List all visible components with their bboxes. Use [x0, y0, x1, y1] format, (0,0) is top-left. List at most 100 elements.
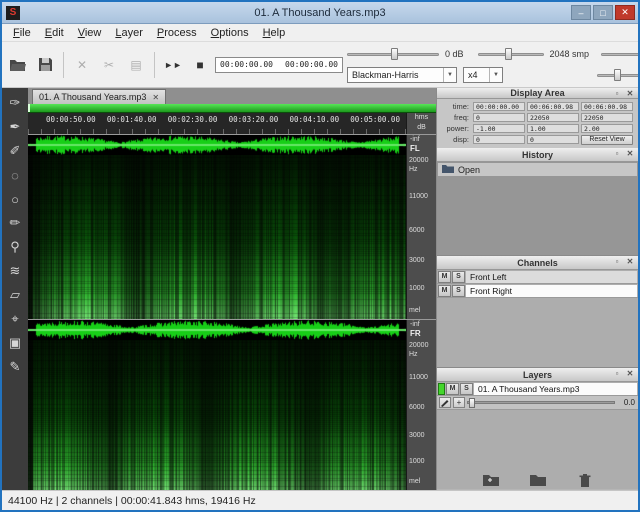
channel-row-front-left[interactable]: M S Front Left	[437, 270, 638, 284]
document-tab[interactable]: 01. A Thousand Years.mp3 ✕	[32, 89, 167, 105]
disp-x-field[interactable]: 0	[473, 135, 525, 144]
menu-layer[interactable]: Layer	[108, 25, 150, 41]
import-layer-button[interactable]	[527, 472, 549, 488]
ruler-tick: 00:04:10.00	[289, 114, 340, 124]
waveform-front-left[interactable]	[28, 135, 406, 155]
brush-tool[interactable]: ✐	[4, 140, 26, 162]
undock-icon[interactable]: ▫	[612, 369, 622, 378]
time-min-field[interactable]: 00:00:00.00	[473, 102, 525, 111]
disp-y-field[interactable]: 0	[527, 135, 579, 144]
row-label-power: power:	[446, 124, 469, 133]
lasso-tool[interactable]: ◌	[4, 164, 26, 186]
spectrogram-front-left[interactable]	[28, 155, 406, 319]
freq-min-field[interactable]: 0	[473, 113, 525, 122]
ellipse-select-tool[interactable]: ○	[4, 188, 26, 210]
gain-slider[interactable]	[347, 47, 439, 61]
window-title: 01. A Thousand Years.mp3	[254, 6, 386, 19]
title-bar[interactable]: S 01. A Thousand Years.mp3 – □ ✕	[2, 2, 638, 24]
layers-panel: Layers ▫ ✕ M S 01. A Thousand Years.mp3	[437, 368, 638, 489]
solo-button[interactable]: S	[452, 284, 465, 297]
pencil-tool[interactable]: ✏	[4, 212, 26, 234]
power-max-field[interactable]: 1.00	[527, 124, 579, 133]
channel-name: Front Right	[466, 284, 637, 297]
menu-view[interactable]: View	[71, 25, 109, 41]
window-function-combo[interactable]: Blackman-Harris ▼	[347, 67, 457, 83]
channel-name: Front Left	[466, 270, 637, 283]
stamp-tool[interactable]: ▣	[4, 332, 26, 354]
toolbar-separator	[154, 51, 155, 78]
playhead-marker[interactable]	[28, 104, 30, 112]
freq-span-field[interactable]: 22050	[581, 113, 633, 122]
add-keyframe-button[interactable]: +	[453, 397, 465, 408]
panel-close-icon[interactable]: ✕	[625, 369, 635, 378]
delete-layer-button[interactable]	[574, 472, 596, 488]
channel-row-front-right[interactable]: M S Front Right	[437, 284, 638, 298]
eraser-tool[interactable]: ▱	[4, 284, 26, 306]
magnifier-tool[interactable]: ⚲	[4, 236, 26, 258]
mel-scale-label: mel	[409, 307, 421, 314]
layer-gain-thumb[interactable]	[469, 397, 475, 408]
mute-button[interactable]: M	[446, 382, 459, 395]
layer-automation-button[interactable]	[439, 397, 451, 408]
time-display[interactable]: 00:00:00.00 00:00:00.00	[215, 56, 343, 73]
layer-color-swatch[interactable]	[438, 382, 445, 395]
layer-row[interactable]: M S 01. A Thousand Years.mp3	[437, 382, 638, 396]
undock-icon[interactable]: ▫	[612, 89, 622, 98]
panel-close-icon[interactable]: ✕	[625, 149, 635, 158]
play-button[interactable]: ►►	[161, 53, 185, 77]
cut-button[interactable]: ✂	[97, 53, 121, 77]
draw-tool[interactable]: ✎	[4, 356, 26, 378]
mute-button[interactable]: M	[438, 284, 451, 297]
harmonics-brush-tool[interactable]: ≋	[4, 260, 26, 282]
menu-file[interactable]: File	[6, 25, 38, 41]
session-overview[interactable]	[28, 104, 436, 113]
mel-scale-label: mel	[409, 478, 421, 485]
main-toolbar: ✕ ✂ ▤ ►► ■ 00:00:00.00 00:00:00.00 0 dB …	[2, 42, 638, 88]
paste-button[interactable]: ▤	[124, 53, 148, 77]
stop-button[interactable]: ■	[188, 53, 212, 77]
y-scale-thumb[interactable]	[614, 69, 622, 81]
undock-icon[interactable]: ▫	[612, 257, 622, 266]
delete-button[interactable]: ✕	[70, 53, 94, 77]
eyedropper-tool[interactable]: ✑	[4, 92, 26, 114]
freq-tick: 20000	[409, 157, 429, 164]
layer-gain-slider[interactable]	[467, 397, 615, 409]
history-item-open[interactable]: Open	[438, 163, 637, 176]
spectrogram-front-right[interactable]	[28, 340, 406, 490]
panel-close-icon[interactable]: ✕	[625, 89, 635, 98]
reset-view-button[interactable]: Reset View	[581, 134, 633, 145]
menu-edit[interactable]: Edit	[38, 25, 71, 41]
save-button[interactable]	[33, 53, 57, 77]
channels-header[interactable]: Channels ▫ ✕	[437, 256, 638, 270]
range-slider[interactable]	[601, 47, 638, 61]
undock-icon[interactable]: ▫	[612, 149, 622, 158]
new-layer-button[interactable]	[480, 472, 502, 488]
layers-header[interactable]: Layers ▫ ✕	[437, 368, 638, 382]
history-header[interactable]: History ▫ ✕	[437, 148, 638, 162]
solo-button[interactable]: S	[452, 270, 465, 283]
time-max-field[interactable]: 00:06:00.98	[527, 102, 579, 111]
menu-options[interactable]: Options	[204, 25, 256, 41]
zoom-combo[interactable]: x4 ▼	[463, 67, 503, 83]
time-ruler[interactable]: 00:00:50.00 00:01:40.00 00:02:30.00 00:0…	[28, 112, 406, 135]
pen-tool[interactable]: ✒	[4, 116, 26, 138]
power-min-field[interactable]: -1.00	[473, 124, 525, 133]
menu-help[interactable]: Help	[256, 25, 293, 41]
panel-close-icon[interactable]: ✕	[625, 257, 635, 266]
time-span-field[interactable]: 00:06:00.98	[581, 102, 633, 111]
menu-process[interactable]: Process	[150, 25, 204, 41]
gain-slider-thumb[interactable]	[391, 48, 399, 60]
solo-button[interactable]: S	[460, 382, 473, 395]
display-area-header[interactable]: Display Area ▫ ✕	[437, 88, 638, 99]
tab-close-icon[interactable]: ✕	[152, 93, 159, 102]
mute-button[interactable]: M	[438, 270, 451, 283]
open-button[interactable]	[6, 53, 30, 77]
fft-size-slider[interactable]	[477, 47, 544, 61]
y-scale-slider[interactable]	[597, 68, 638, 82]
clipboard-icon: ▤	[130, 57, 142, 72]
power-span-field[interactable]: 2.00	[581, 124, 633, 133]
crosshair-tool[interactable]: ⌖	[4, 308, 26, 330]
freq-max-field[interactable]: 22050	[527, 113, 579, 122]
fft-slider-thumb[interactable]	[505, 48, 513, 60]
waveform-front-right[interactable]	[28, 320, 406, 340]
